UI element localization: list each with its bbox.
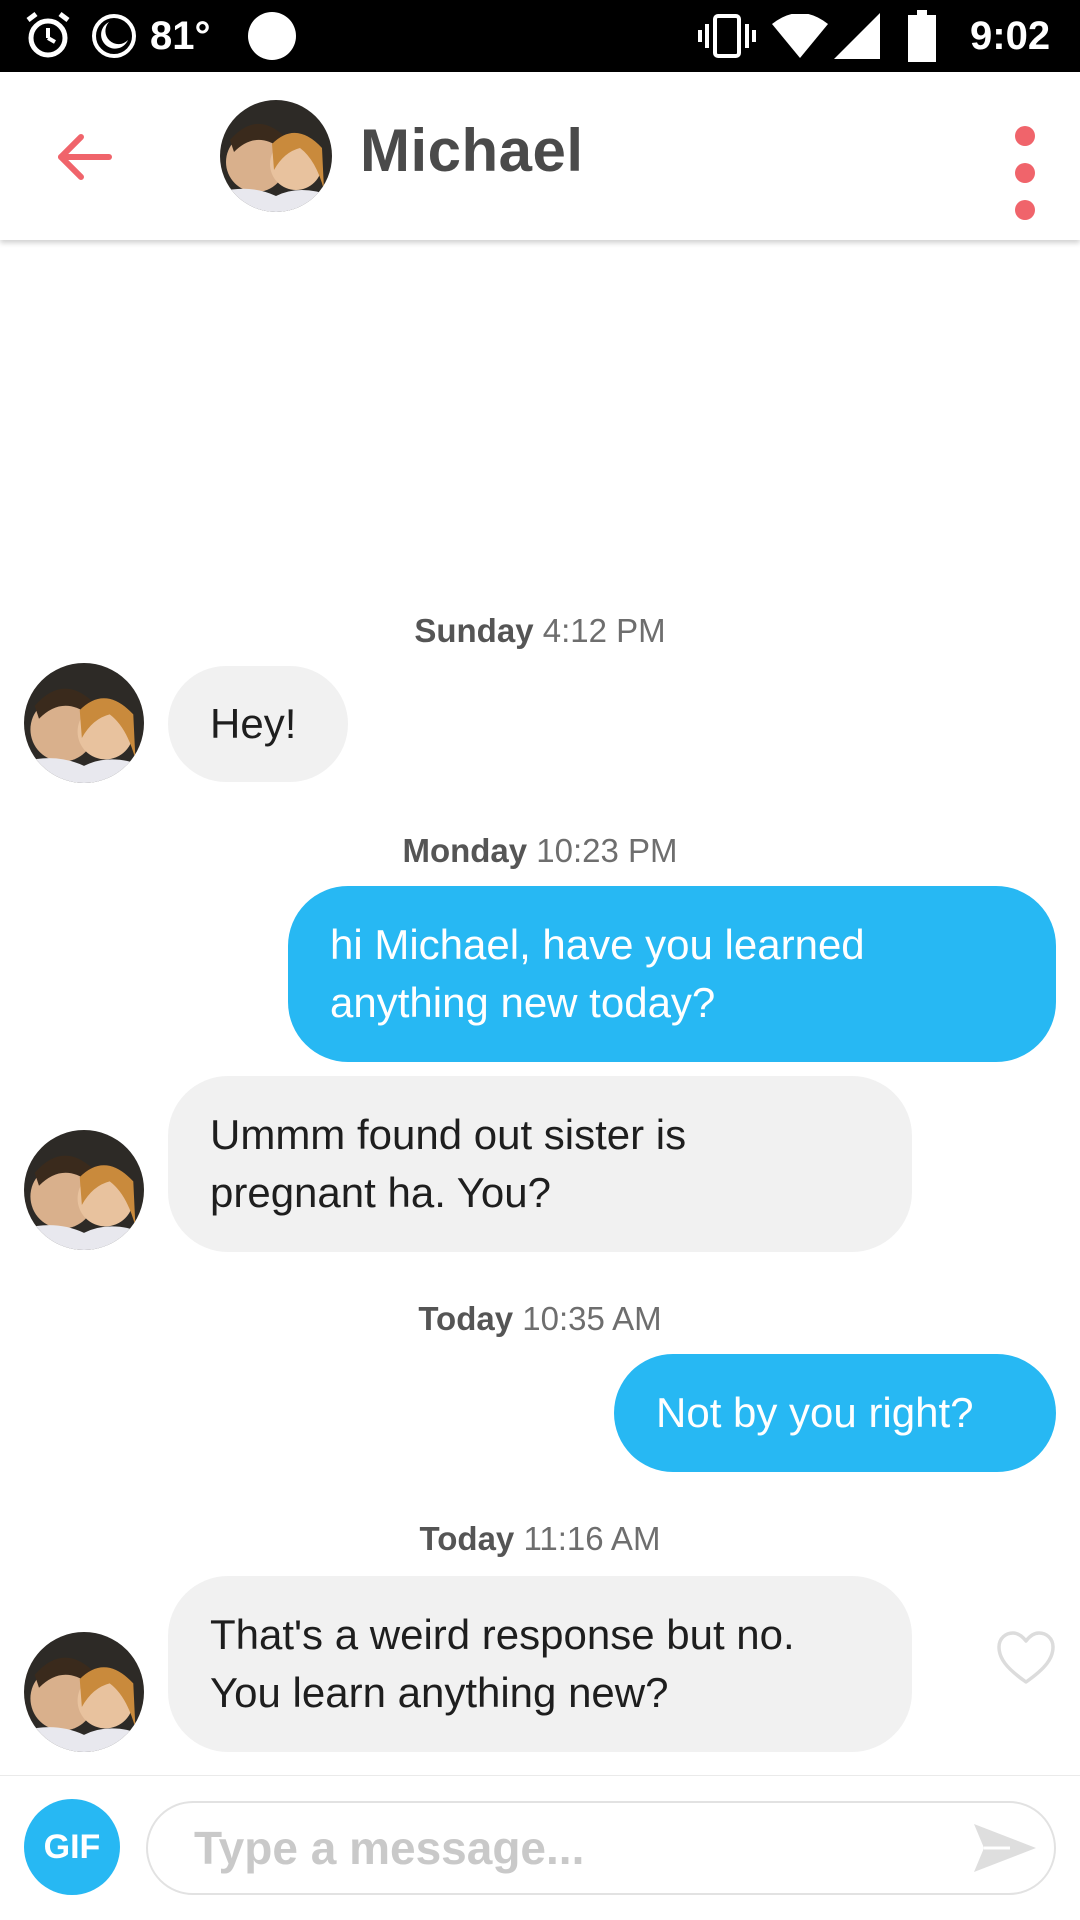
arrow-left-icon[interactable]: [50, 122, 120, 192]
message-timestamp: Sunday 4:12 PM: [414, 612, 666, 649]
clock-text: 9:02: [970, 13, 1051, 58]
incoming-message[interactable]: Hey!: [168, 666, 348, 782]
signal-icon: [834, 0, 880, 72]
avatar[interactable]: [24, 1130, 144, 1250]
avatar[interactable]: [24, 663, 144, 783]
wifi-icon: [772, 0, 828, 72]
send-icon[interactable]: [970, 1816, 1040, 1880]
message-timestamp: Monday 10:23 PM: [402, 832, 678, 869]
weather-dot-icon: [246, 0, 298, 72]
outgoing-message[interactable]: hi Michael, have you learned anything ne…: [288, 886, 1056, 1062]
more-vertical-icon[interactable]: [1000, 118, 1050, 228]
vibrate-icon: [698, 0, 756, 72]
message-input[interactable]: Type a message...: [146, 1801, 1056, 1895]
status-bar: 81° 9:02: [0, 0, 1080, 72]
message-composer: GIF Type a message...: [0, 1775, 1080, 1920]
outgoing-message[interactable]: Not by you right?: [614, 1354, 1056, 1472]
alarm-icon: [22, 0, 74, 72]
temperature-text: 81°: [150, 13, 211, 58]
heart-icon[interactable]: [996, 1630, 1056, 1686]
incoming-message[interactable]: Ummm found out sister is pregnant ha. Yo…: [168, 1076, 912, 1252]
avatar[interactable]: [220, 100, 332, 212]
page-title[interactable]: Michael: [360, 116, 584, 185]
incoming-message[interactable]: That's a weird response but no. You lear…: [168, 1576, 912, 1752]
gif-button[interactable]: GIF: [24, 1799, 120, 1895]
battery-icon: [908, 0, 936, 72]
message-timestamp: Today 11:16 AM: [419, 1520, 661, 1557]
chat-header: Michael: [0, 72, 1080, 240]
do-not-disturb-icon: [90, 0, 138, 72]
avatar[interactable]: [24, 1632, 144, 1752]
message-timestamp: Today 10:35 AM: [418, 1300, 662, 1337]
